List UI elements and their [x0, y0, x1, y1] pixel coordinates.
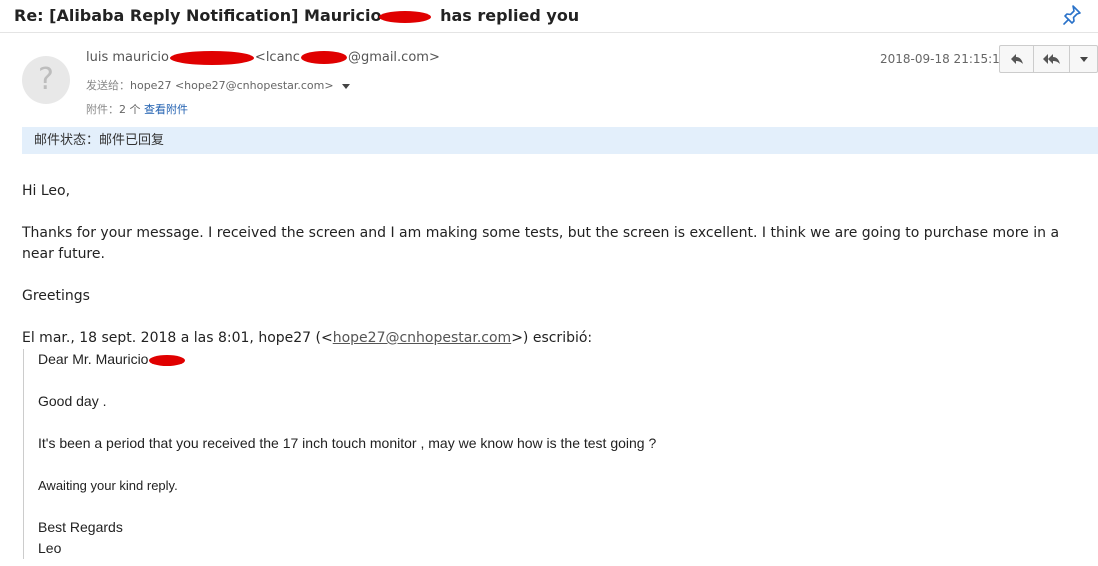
redaction-mark: [149, 354, 186, 366]
more-actions-button[interactable]: [1070, 46, 1097, 72]
chevron-down-icon[interactable]: [341, 83, 350, 89]
sender-name: luis mauricio: [86, 50, 169, 65]
avatar: ?: [22, 56, 70, 104]
recipients-value: hope27 <hope27@cnhopestar.com>: [130, 79, 334, 92]
subject-prefix: Re: [Alibaba Reply Notification] Maurici…: [14, 6, 382, 25]
email-body: Hi Leo, Thanks for your message. I recei…: [22, 181, 1088, 559]
email-subject: Re: [Alibaba Reply Notification] Maurici…: [14, 6, 579, 25]
chevron-down-icon: [1079, 56, 1088, 62]
quoted-message: Dear Mr. Mauricio Good day . It's been a…: [23, 349, 1088, 559]
subject-suffix: has replied you: [440, 6, 580, 25]
reply-button-group: [999, 45, 1098, 73]
redaction-mark: [300, 51, 347, 64]
recipients-line: 发送给：hope27 <hope27@cnhopestar.com>: [86, 77, 350, 93]
quote-line: Awaiting your kind reply.: [38, 478, 178, 493]
quote-intro-end: >) escribió:: [511, 330, 593, 346]
recipients-label: 发送给：: [86, 79, 130, 92]
quote-line: Good day .: [38, 393, 107, 409]
body-paragraph: Thanks for your message. I received the …: [22, 225, 1060, 262]
redaction-mark: [379, 10, 432, 23]
reply-button[interactable]: [1000, 46, 1034, 72]
quote-salutation-text: Dear Mr. Mauricio: [38, 351, 149, 367]
email-date: 2018-09-18 21:15:18: [880, 52, 1008, 66]
sender-email-suffix: @gmail.com>: [347, 50, 440, 65]
subject-bar: Re: [Alibaba Reply Notification] Maurici…: [0, 0, 1098, 33]
reply-all-button[interactable]: [1034, 46, 1070, 72]
attachments-label: 附件：: [86, 103, 119, 116]
quote-signoff: Best Regards: [38, 519, 123, 535]
pin-icon[interactable]: [1062, 4, 1082, 26]
quote-salutation: Dear Mr. Mauricio: [38, 349, 1088, 370]
reply-all-icon: [1042, 50, 1061, 69]
redaction-mark: [169, 50, 254, 65]
attachments-line: 附件：2 个 查看附件: [86, 101, 188, 117]
view-attachments-link[interactable]: 查看附件: [144, 103, 188, 116]
question-mark-icon: ?: [38, 62, 54, 97]
sender-email-prefix: <lcanc: [254, 50, 300, 65]
greeting: Hi Leo,: [22, 183, 71, 199]
quoted-email-link[interactable]: hope27@cnhopestar.com: [333, 330, 511, 346]
quote-header: El mar., 18 sept. 2018 a las 8:01, hope2…: [22, 328, 1088, 349]
reply-icon: [1010, 50, 1024, 69]
closing: Greetings: [22, 288, 90, 304]
quote-line: It's been a period that you received the…: [38, 435, 657, 451]
quote-signature: Leo: [38, 540, 62, 556]
quote-intro: El mar., 18 sept. 2018 a las 8:01, hope2…: [22, 330, 333, 346]
mail-status-banner: 邮件状态：邮件已回复: [22, 127, 1098, 154]
sender-line[interactable]: luis mauricio <lcanc @gmail.com>: [86, 50, 440, 65]
attachments-count: 2 个: [119, 103, 141, 116]
